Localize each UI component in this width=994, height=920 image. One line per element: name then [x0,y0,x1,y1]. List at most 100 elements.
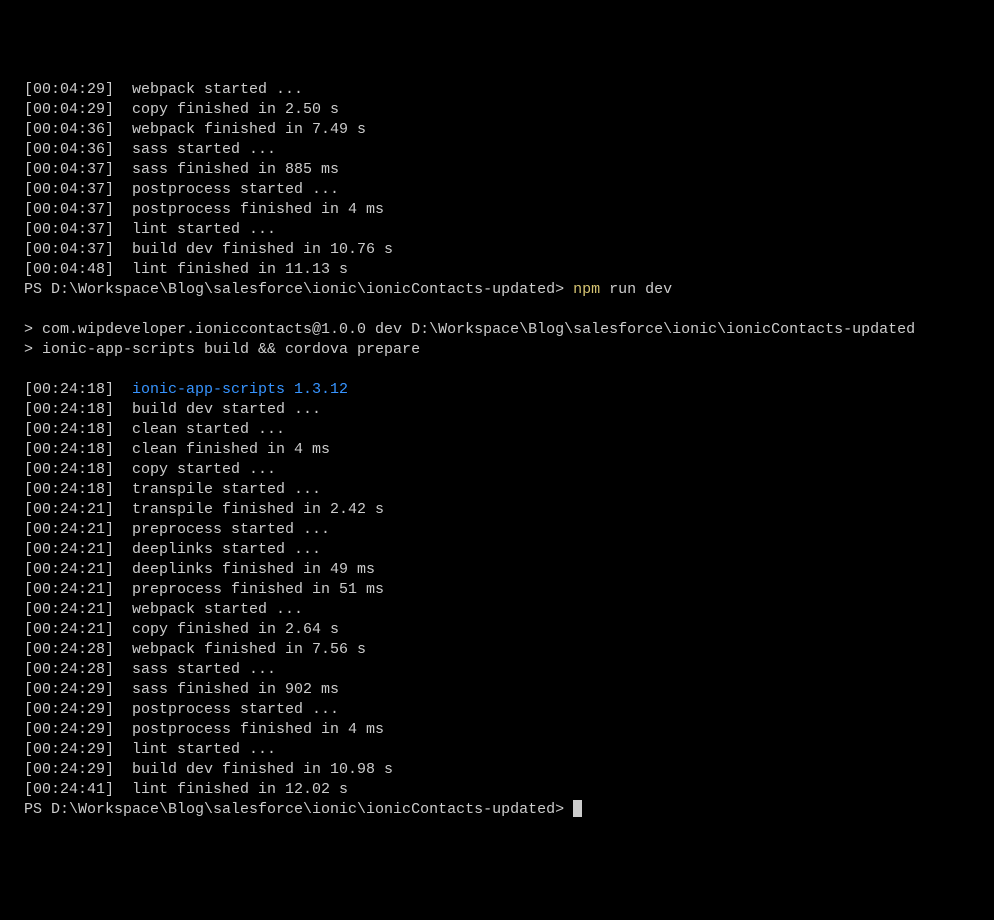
prompt-path: PS D:\Workspace\Blog\salesforce\ionic\io… [24,281,573,298]
log-message: copy finished in 2.50 s [114,101,339,118]
timestamp: [00:24:18] [24,461,114,478]
log-line: [00:24:21] webpack started ... [24,600,994,620]
timestamp: [00:04:36] [24,121,114,138]
log-line: [00:24:28] sass started ... [24,660,994,680]
log-message: clean started ... [114,421,285,438]
timestamp: [00:04:37] [24,181,114,198]
log-line: [00:04:37] sass finished in 885 ms [24,160,994,180]
log-message: lint started ... [114,221,276,238]
log-line: [00:24:21] preprocess finished in 51 ms [24,580,994,600]
timestamp: [00:24:41] [24,781,114,798]
log-message: webpack finished in 7.49 s [114,121,366,138]
log-message: clean finished in 4 ms [114,441,330,458]
prompt-line[interactable]: PS D:\Workspace\Blog\salesforce\ionic\io… [24,800,994,820]
log-message: build dev finished in 10.76 s [114,241,393,258]
command-npm: npm [573,281,600,298]
timestamp: [00:04:36] [24,141,114,158]
log-message: preprocess finished in 51 ms [114,581,384,598]
log-line: [00:24:21] transpile finished in 2.42 s [24,500,994,520]
log-message: build dev started ... [114,401,321,418]
npm-output-line: > com.wipdeveloper.ioniccontacts@1.0.0 d… [24,320,994,340]
log-line: [00:04:48] lint finished in 11.13 s [24,260,994,280]
log-line: [00:24:29] postprocess finished in 4 ms [24,720,994,740]
timestamp: [00:24:28] [24,641,114,658]
timestamp: [00:24:21] [24,581,114,598]
log-message: postprocess started ... [114,701,339,718]
npm-output-line: > ionic-app-scripts build && cordova pre… [24,340,994,360]
log-line: [00:24:29] postprocess started ... [24,700,994,720]
timestamp: [00:04:37] [24,161,114,178]
log-line: [00:24:21] deeplinks started ... [24,540,994,560]
ionic-scripts-version: ionic-app-scripts 1.3.12 [114,381,348,398]
log-line: [00:04:36] webpack finished in 7.49 s [24,120,994,140]
log-message: webpack started ... [114,81,303,98]
log-line: [00:04:36] sass started ... [24,140,994,160]
log-message: sass started ... [114,661,276,678]
log-line: [00:24:29] lint started ... [24,740,994,760]
cursor-icon[interactable] [573,800,582,817]
timestamp: [00:24:29] [24,701,114,718]
log-message: sass finished in 885 ms [114,161,339,178]
prompt-path: PS D:\Workspace\Blog\salesforce\ionic\io… [24,801,573,818]
log-line: [00:24:41] lint finished in 12.02 s [24,780,994,800]
log-message: deeplinks started ... [114,541,321,558]
log-message: webpack finished in 7.56 s [114,641,366,658]
log-message: preprocess started ... [114,521,330,538]
log-line: [00:24:28] webpack finished in 7.56 s [24,640,994,660]
log-line: [00:04:29] webpack started ... [24,80,994,100]
log-line: [00:24:21] copy finished in 2.64 s [24,620,994,640]
blank-line [24,360,994,380]
timestamp: [00:24:18] [24,441,114,458]
timestamp: [00:24:18] [24,481,114,498]
terminal-output[interactable]: [00:04:29] webpack started ...[00:04:29]… [24,80,994,820]
log-line: [00:24:18] ionic-app-scripts 1.3.12 [24,380,994,400]
log-message: lint finished in 11.13 s [114,261,348,278]
log-message: copy finished in 2.64 s [114,621,339,638]
timestamp: [00:04:29] [24,101,114,118]
timestamp: [00:24:21] [24,541,114,558]
log-line: [00:24:18] clean finished in 4 ms [24,440,994,460]
timestamp: [00:24:28] [24,661,114,678]
timestamp: [00:04:37] [24,221,114,238]
timestamp: [00:24:29] [24,741,114,758]
log-message: postprocess started ... [114,181,339,198]
timestamp: [00:04:29] [24,81,114,98]
log-line: [00:04:37] build dev finished in 10.76 s [24,240,994,260]
log-line: [00:24:18] clean started ... [24,420,994,440]
log-message: deeplinks finished in 49 ms [114,561,375,578]
log-message: sass finished in 902 ms [114,681,339,698]
timestamp: [00:24:18] [24,421,114,438]
log-line: [00:04:37] postprocess finished in 4 ms [24,200,994,220]
log-message: lint finished in 12.02 s [114,781,348,798]
timestamp: [00:24:21] [24,621,114,638]
blank-line [24,300,994,320]
log-line: [00:24:29] sass finished in 902 ms [24,680,994,700]
log-line: [00:24:18] build dev started ... [24,400,994,420]
timestamp: [00:24:18] [24,401,114,418]
log-line: [00:24:21] deeplinks finished in 49 ms [24,560,994,580]
timestamp: [00:24:21] [24,601,114,618]
log-line: [00:04:37] postprocess started ... [24,180,994,200]
timestamp: [00:24:29] [24,681,114,698]
timestamp: [00:24:18] [24,381,114,398]
timestamp: [00:24:21] [24,501,114,518]
log-message: build dev finished in 10.98 s [114,761,393,778]
command-args: run dev [600,281,672,298]
log-line: [00:24:29] build dev finished in 10.98 s [24,760,994,780]
timestamp: [00:24:29] [24,761,114,778]
log-message: postprocess finished in 4 ms [114,201,384,218]
log-line: [00:24:21] preprocess started ... [24,520,994,540]
log-line: [00:04:29] copy finished in 2.50 s [24,100,994,120]
prompt-line: PS D:\Workspace\Blog\salesforce\ionic\io… [24,280,994,300]
log-message: transpile started ... [114,481,321,498]
log-message: postprocess finished in 4 ms [114,721,384,738]
timestamp: [00:24:21] [24,521,114,538]
log-message: transpile finished in 2.42 s [114,501,384,518]
timestamp: [00:24:29] [24,721,114,738]
log-message: copy started ... [114,461,276,478]
timestamp: [00:24:21] [24,561,114,578]
timestamp: [00:04:37] [24,201,114,218]
timestamp: [00:04:48] [24,261,114,278]
timestamp: [00:04:37] [24,241,114,258]
log-line: [00:04:37] lint started ... [24,220,994,240]
